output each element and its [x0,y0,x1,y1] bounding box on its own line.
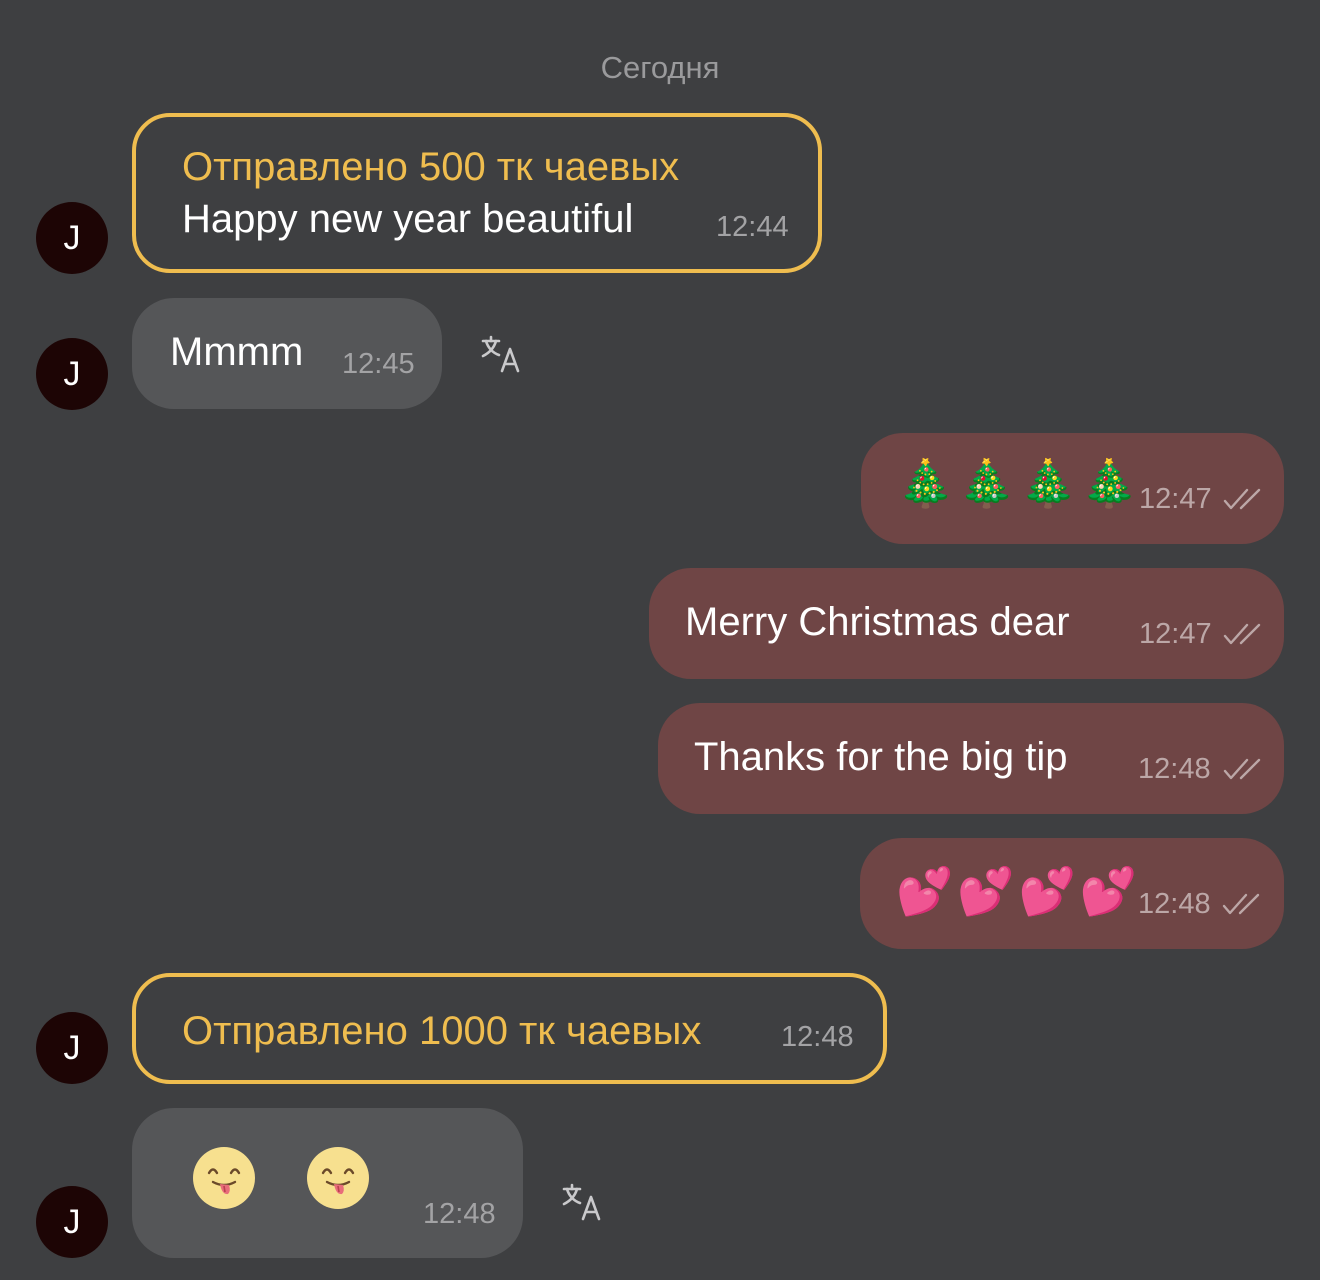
avatar[interactable]: J [36,1186,108,1258]
outgoing-message-bubble[interactable]: 💕💕💕💕 12:48 [860,838,1284,949]
translate-icon[interactable] [480,333,522,375]
two-hearts-emoji: 💕💕💕💕 [896,865,1142,917]
message-text: Happy new year beautiful [182,197,634,241]
incoming-message-bubble[interactable]: Mmmm 12:45 [132,298,442,409]
avatar[interactable]: J [36,1012,108,1084]
tip-title: Отправлено 1000 тк чаевых [182,1009,702,1053]
message-time: 12:47 [1139,618,1212,650]
tip-title: Отправлено 500 тк чаевых [182,145,680,189]
tip-message-bubble[interactable]: Отправлено 1000 тк чаевых 12:48 [132,973,887,1084]
date-separator: Сегодня [600,50,720,85]
outgoing-message-bubble[interactable]: Thanks for the big tip 12:48 [658,703,1284,814]
message-time: 12:45 [342,348,415,380]
message-time: 12:44 [716,211,789,243]
incoming-message-bubble[interactable]: 12:48 [132,1108,523,1258]
message-text: Merry Christmas dear [685,600,1070,644]
message-text: Thanks for the big tip [694,735,1068,779]
message-time: 12:48 [1138,753,1211,785]
translate-icon[interactable] [561,1181,603,1223]
message-time: 12:47 [1139,483,1212,515]
message-text: Mmmm [170,330,304,374]
outgoing-message-bubble[interactable]: 🎄🎄🎄🎄 12:47 [861,433,1284,544]
avatar[interactable]: J [36,338,108,410]
message-time: 12:48 [423,1198,496,1230]
double-check-icon [1223,758,1261,780]
double-check-icon [1223,488,1261,510]
avatar[interactable]: J [36,202,108,274]
double-check-icon [1222,893,1260,915]
message-time: 12:48 [1138,888,1211,920]
tip-message-bubble[interactable]: Отправлено 500 тк чаевых Happy new year … [132,113,822,273]
message-time: 12:48 [781,1021,854,1053]
yum-face-icon [193,1147,255,1209]
double-check-icon [1223,623,1261,645]
yum-face-icon [307,1147,369,1209]
chat-area[interactable]: Сегодня J Отправлено 500 тк чаевых Happy… [0,0,1320,1280]
outgoing-message-bubble[interactable]: Merry Christmas dear 12:47 [649,568,1284,679]
christmas-tree-emoji: 🎄🎄🎄🎄 [897,457,1143,509]
